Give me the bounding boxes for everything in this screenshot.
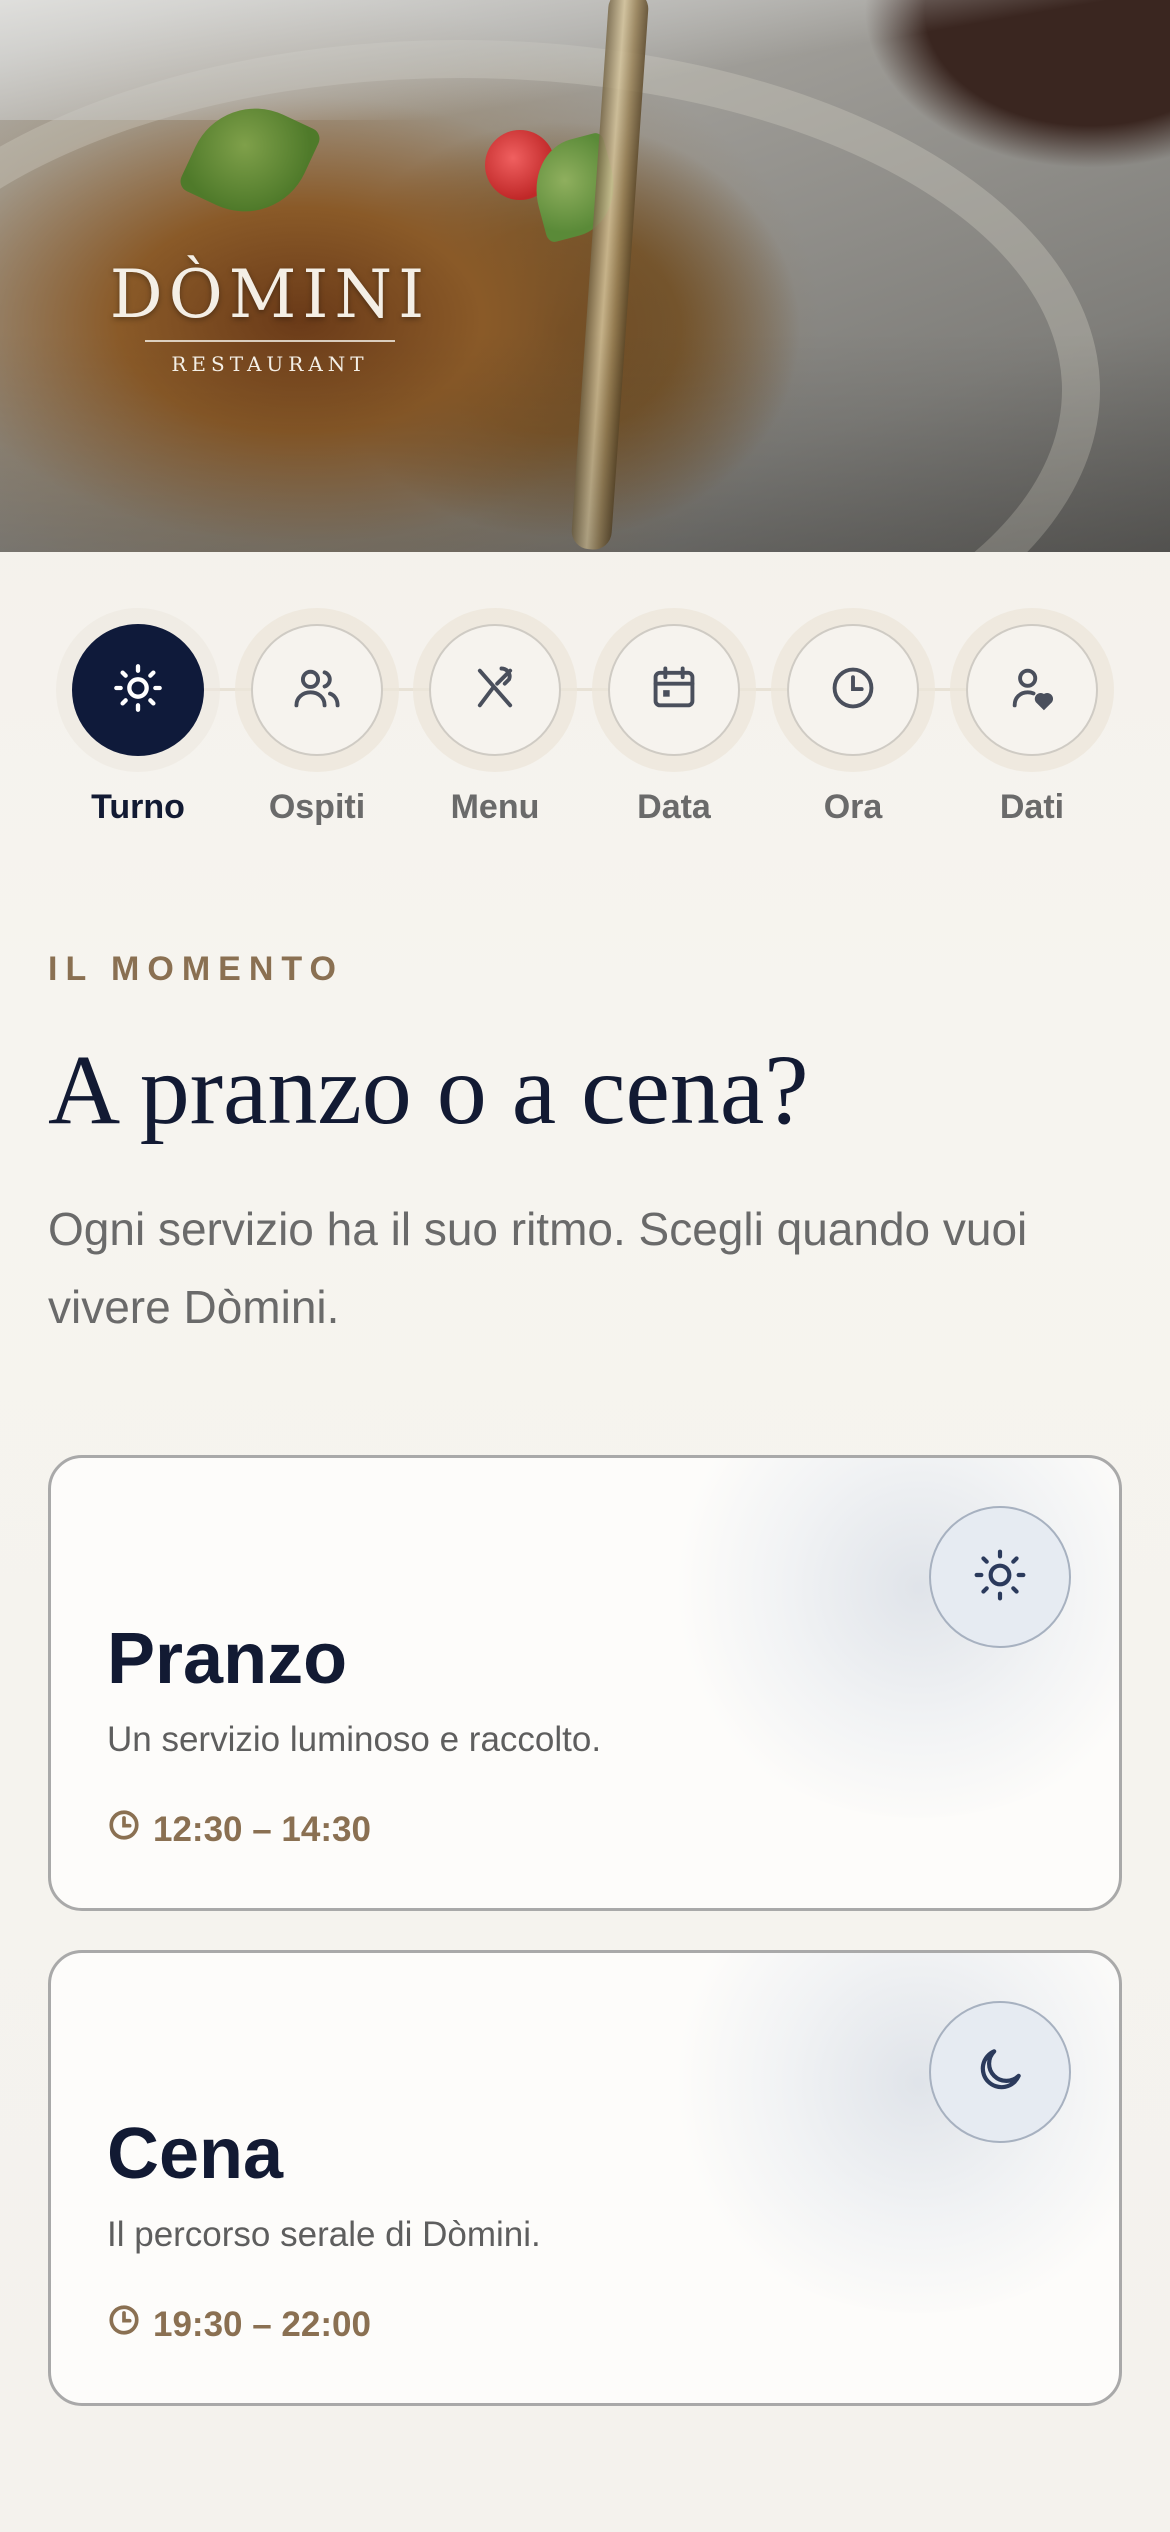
users-icon [291, 662, 343, 719]
option-time-text: 12:30 – 14:30 [153, 1809, 371, 1849]
step-dati[interactable]: Dati [950, 608, 1114, 827]
step-menu[interactable]: Menu [413, 608, 577, 827]
option-card-cena[interactable]: Cena Il percorso serale di Dòmini. 19:30… [48, 1950, 1122, 2406]
moon-icon [972, 2042, 1028, 2103]
option-time: 19:30 – 22:00 [107, 2303, 371, 2346]
booking-stepper: Turno Ospiti Menu Data Ora Dati [0, 608, 1170, 838]
restaurant-logo: DÒMINI RESTAURANT [90, 256, 450, 377]
calendar-icon [648, 662, 700, 719]
step-label: Ospiti [268, 788, 366, 826]
option-description: Un servizio luminoso e raccolto. [107, 1720, 602, 1759]
option-description: Il percorso serale di Dòmini. [107, 2215, 541, 2254]
utensils-icon [469, 662, 521, 719]
logo-subtitle: RESTAURANT [171, 352, 369, 376]
hero-image: DÒMINI RESTAURANT [0, 0, 1170, 552]
option-title: Pranzo [107, 1619, 348, 1699]
step-label: Data [637, 788, 711, 826]
section-lead: Ogni servizio ha il suo ritmo. Scegli qu… [48, 1203, 1028, 1333]
user-heart-icon [1006, 662, 1058, 719]
step-label: Dati [999, 788, 1065, 826]
logo-divider [145, 340, 395, 342]
clock-icon [107, 2303, 141, 2346]
clock-icon [107, 1808, 141, 1851]
step-ospiti[interactable]: Ospiti [235, 608, 399, 827]
logo-name: DÒMINI [109, 256, 431, 333]
step-label: Menu [450, 788, 540, 826]
page-title: A pranzo o a cena? [48, 1034, 809, 1145]
step-turno[interactable]: Turno [56, 608, 220, 827]
option-title: Cena [107, 2114, 284, 2194]
step-label: Ora [823, 788, 883, 826]
section-eyebrow: IL MOMENTO [48, 950, 344, 988]
option-time: 12:30 – 14:30 [107, 1808, 371, 1851]
option-time-text: 19:30 – 22:00 [153, 2304, 371, 2344]
step-ora[interactable]: Ora [771, 608, 935, 827]
sun-icon [972, 1547, 1028, 1608]
clock-icon [827, 662, 879, 719]
option-card-pranzo[interactable]: Pranzo Un servizio luminoso e raccolto. … [48, 1455, 1122, 1911]
step-label: Turno [91, 788, 185, 826]
sun-icon [112, 662, 164, 719]
step-data[interactable]: Data [592, 608, 756, 827]
